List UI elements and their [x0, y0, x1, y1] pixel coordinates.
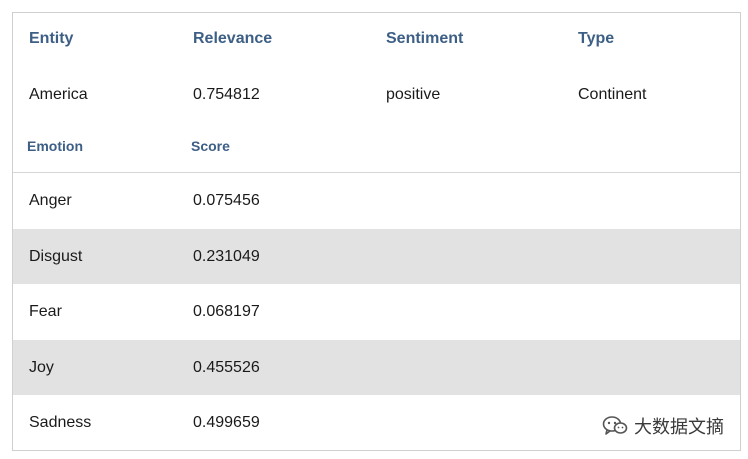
score-column-header: Score — [191, 138, 230, 154]
table-row: Anger 0.075456 — [13, 173, 740, 228]
emotion-name: Fear — [29, 303, 62, 320]
entity-sentiment: positive — [386, 86, 441, 103]
entity-column-header: Entity — [29, 30, 74, 47]
table-row: Disgust 0.231049 — [13, 229, 740, 284]
results-panel: Entity Relevance Sentiment Type America … — [12, 12, 741, 451]
emotion-header-row: Emotion Score — [13, 138, 740, 158]
entity-row: America 0.754812 positive Continent — [13, 86, 740, 108]
wechat-icon — [602, 415, 628, 437]
entity-relevance: 0.754812 — [193, 86, 260, 103]
type-column-header: Type — [578, 30, 615, 47]
relevance-column-header: Relevance — [193, 30, 273, 47]
sentiment-column-header: Sentiment — [386, 30, 464, 47]
entity-type: Continent — [578, 86, 647, 103]
emotion-name: Sadness — [29, 414, 92, 431]
emotion-name: Joy — [29, 359, 54, 376]
entity-name: America — [29, 86, 88, 103]
emotion-score: 0.068197 — [193, 303, 260, 320]
emotion-score: 0.231049 — [193, 248, 260, 265]
entity-header-row: Entity Relevance Sentiment Type — [13, 30, 740, 52]
emotion-name: Anger — [29, 192, 72, 209]
emotion-score: 0.499659 — [193, 414, 260, 431]
emotion-score: 0.075456 — [193, 192, 260, 209]
watermark-text: 大数据文摘 — [634, 417, 724, 438]
table-row: Fear 0.068197 — [13, 284, 740, 339]
watermark: 大数据文摘 — [602, 413, 724, 439]
emotion-name: Disgust — [29, 248, 83, 265]
emotion-column-header: Emotion — [27, 138, 83, 154]
emotion-score: 0.455526 — [193, 359, 260, 376]
table-row: Joy 0.455526 — [13, 340, 740, 395]
